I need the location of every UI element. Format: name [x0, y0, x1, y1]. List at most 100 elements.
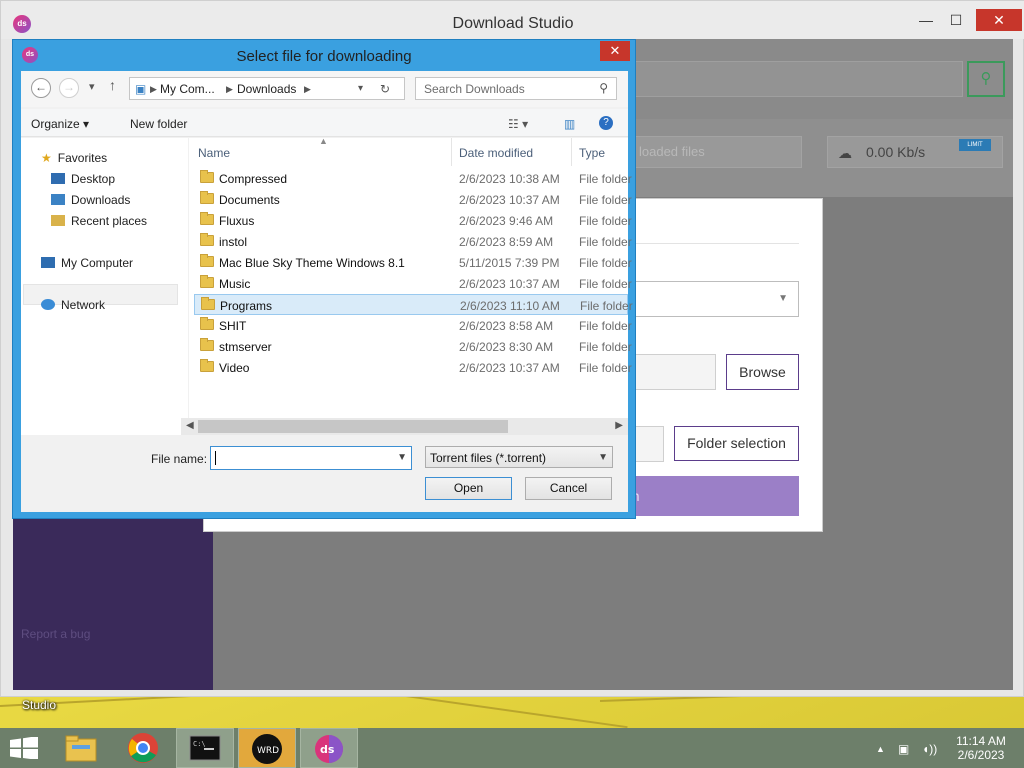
- file-type: File folder: [580, 299, 633, 313]
- breadcrumb-separator-icon: ▶: [150, 84, 157, 94]
- volume-icon[interactable]: ◖)): [922, 742, 937, 756]
- clock[interactable]: 11:14 AM 2/6/2023: [948, 734, 1014, 762]
- file-name: Mac Blue Sky Theme Windows 8.1: [219, 256, 405, 270]
- forward-button[interactable]: →: [59, 78, 79, 98]
- help-icon[interactable]: ?: [599, 116, 613, 130]
- file-date: 2/6/2023 10:37 AM: [459, 193, 560, 207]
- file-type-select[interactable]: Torrent files (*.torrent) ▼: [425, 446, 613, 468]
- refresh-icon[interactable]: ↻: [380, 82, 390, 96]
- browse-button[interactable]: Browse: [726, 354, 799, 390]
- preview-pane-icon[interactable]: ▥: [564, 117, 575, 131]
- report-bug-link[interactable]: Report a bug: [21, 627, 90, 641]
- folder-icon: [200, 233, 214, 246]
- search-placeholder: Search Downloads: [424, 82, 525, 96]
- back-button[interactable]: ←: [31, 78, 51, 98]
- scroll-left-icon[interactable]: ◀: [186, 420, 194, 431]
- breadcrumb-my-computer[interactable]: My Com...: [160, 82, 215, 96]
- address-dropdown-icon[interactable]: ▾: [358, 83, 363, 94]
- downloaded-files-tab[interactable]: loaded files: [626, 136, 802, 168]
- file-type: File folder: [579, 214, 632, 228]
- app-titlebar: ds Download Studio — ☐ ✕: [1, 1, 1024, 39]
- taskbar-download-studio[interactable]: ds: [300, 728, 358, 768]
- column-name[interactable]: Name: [198, 146, 230, 160]
- file-row[interactable]: SHIT 2/6/2023 8:58 AM File folder: [194, 315, 632, 336]
- command-prompt-icon: C:\: [189, 735, 221, 761]
- file-date: 2/6/2023 10:37 AM: [459, 361, 560, 375]
- file-row[interactable]: Fluxus 2/6/2023 9:46 AM File folder: [194, 210, 632, 231]
- folder-selection-button[interactable]: Folder selection: [674, 426, 799, 461]
- show-hidden-icons-button[interactable]: ▲: [876, 744, 885, 754]
- organize-menu[interactable]: Organize ▾: [31, 117, 89, 131]
- recent-locations-dropdown[interactable]: ▾: [89, 80, 95, 93]
- file-type: File folder: [579, 256, 632, 270]
- taskbar-chrome[interactable]: [114, 728, 172, 768]
- file-date: 2/6/2023 8:59 AM: [459, 235, 554, 249]
- app-close-button[interactable]: ✕: [976, 9, 1022, 31]
- taskbar: C:\ WRD ds ▲ ▣ ◖)) 11:14 AM 2/6/2023: [0, 728, 1024, 768]
- dialog-close-button[interactable]: ✕: [600, 41, 630, 61]
- search-icon: ⚲: [980, 70, 992, 87]
- chevron-down-icon: ▼: [598, 452, 608, 463]
- view-options-icon[interactable]: ☷ ▾: [508, 117, 528, 131]
- column-separator[interactable]: [571, 138, 572, 166]
- organize-label: Organize: [31, 117, 80, 131]
- start-button[interactable]: [10, 736, 38, 760]
- network-tray-icon[interactable]: ▣: [898, 742, 909, 756]
- scroll-right-icon[interactable]: ▶: [615, 420, 623, 431]
- folder-icon: [201, 297, 215, 310]
- nav-network[interactable]: Network: [41, 298, 105, 312]
- address-bar[interactable]: ▣ ▶ My Com... ▶ Downloads ▶ ▾ ↻: [129, 77, 405, 100]
- dialog-content: ← → ▾ ↑ ▣ ▶ My Com... ▶ Downloads ▶ ▾ ↻ …: [21, 71, 633, 512]
- folder-icon: [200, 275, 214, 288]
- breadcrumb-downloads[interactable]: Downloads: [237, 82, 296, 96]
- file-name-input[interactable]: ▼: [210, 446, 412, 470]
- file-row[interactable]: Video 2/6/2023 10:37 AM File folder: [194, 357, 632, 378]
- file-type: File folder: [579, 361, 632, 375]
- up-button[interactable]: ↑: [109, 77, 116, 93]
- scrollbar-thumb[interactable]: [198, 420, 508, 433]
- file-row[interactable]: instol 2/6/2023 8:59 AM File folder: [194, 231, 632, 252]
- column-separator[interactable]: [451, 138, 452, 166]
- wrd-app-icon: WRD: [252, 734, 282, 764]
- nav-desktop[interactable]: Desktop: [51, 172, 115, 186]
- column-type[interactable]: Type: [579, 146, 605, 160]
- search-downloads-input[interactable]: Search Downloads ⚲: [415, 77, 617, 100]
- app-search-button[interactable]: ⚲: [967, 61, 1005, 97]
- file-row[interactable]: stmserver 2/6/2023 8:30 AM File folder: [194, 336, 632, 357]
- file-name-label: File name:: [151, 452, 208, 466]
- app-search-input[interactable]: [623, 61, 963, 97]
- nav-favorites[interactable]: ★ Favorites: [41, 151, 107, 165]
- nav-my-computer-label: My Computer: [61, 256, 134, 270]
- nav-downloads[interactable]: Downloads: [51, 193, 130, 207]
- nav-my-computer[interactable]: My Computer: [41, 256, 133, 270]
- file-row[interactable]: Programs 2/6/2023 11:10 AM File folder: [194, 294, 633, 315]
- chevron-down-icon[interactable]: ▼: [397, 452, 407, 463]
- taskbar-file-explorer[interactable]: [52, 728, 110, 768]
- file-row[interactable]: Music 2/6/2023 10:37 AM File folder: [194, 273, 632, 294]
- file-name: Fluxus: [219, 214, 255, 228]
- column-date-modified[interactable]: Date modified: [459, 146, 533, 160]
- maximize-button[interactable]: ☐: [941, 9, 971, 31]
- file-date: 2/6/2023 8:30 AM: [459, 340, 554, 354]
- file-row[interactable]: Documents 2/6/2023 10:37 AM File folder: [194, 189, 632, 210]
- network-icon: [41, 299, 55, 310]
- file-row[interactable]: Compressed 2/6/2023 10:38 AM File folder: [194, 168, 632, 189]
- nav-desktop-label: Desktop: [71, 172, 116, 186]
- dialog-titlebar: ds Select file for downloading ✕: [13, 40, 635, 70]
- file-row[interactable]: Mac Blue Sky Theme Windows 8.1 5/11/2015 …: [194, 252, 632, 273]
- new-folder-button[interactable]: New folder: [130, 117, 187, 131]
- speed-limit-badge[interactable]: LIMIT: [959, 139, 991, 151]
- file-name: Compressed: [219, 172, 288, 186]
- nav-downloads-label: Downloads: [71, 193, 131, 207]
- cancel-button[interactable]: Cancel: [525, 477, 612, 500]
- taskbar-app-wrd[interactable]: WRD: [238, 728, 296, 768]
- nav-recent-places[interactable]: Recent places: [51, 214, 147, 228]
- open-button[interactable]: Open: [425, 477, 512, 500]
- download-studio-icon: ds: [315, 735, 343, 763]
- navigation-bar: ← → ▾ ↑ ▣ ▶ My Com... ▶ Downloads ▶ ▾ ↻ …: [21, 71, 628, 107]
- folder-icon: [200, 170, 214, 183]
- minimize-button[interactable]: —: [911, 9, 941, 31]
- taskbar-command-prompt[interactable]: C:\: [176, 728, 234, 768]
- svg-text:C:\: C:\: [193, 740, 206, 748]
- horizontal-scrollbar[interactable]: ◀ ▶: [181, 418, 628, 435]
